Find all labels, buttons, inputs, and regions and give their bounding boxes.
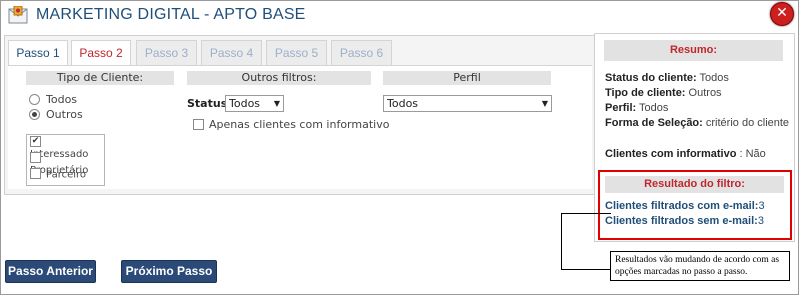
radio-outros[interactable]: Outros [29,108,83,121]
radio-button[interactable] [29,108,40,120]
checkbox-label: Apenas clientes com informativo [209,118,390,131]
summary-value: Todos [699,72,729,84]
summary-value: critério do cliente [705,117,790,129]
tipo-cliente-header: Tipo de Cliente: [26,71,174,85]
previous-step-button[interactable]: Passo Anterior [5,260,96,283]
summary-label: Status do cliente: [605,72,697,84]
tipo-cliente-checkboxes: ✔Interessado Proprietário Parceiro [26,134,105,186]
result-label: Clientes filtrados com e-mail: [605,200,759,212]
tab-passo-2[interactable]: Passo 2 [71,40,131,66]
mail-icon [8,6,28,24]
radio-todos[interactable]: Todos [29,93,77,106]
checkbox-informativo[interactable]: Apenas clientes com informativo [193,118,389,131]
radio-button[interactable] [29,93,40,105]
result-sem-email: Clientes filtrados sem e-mail:3 [605,215,764,227]
close-icon[interactable]: ✕ [770,2,794,26]
next-step-button[interactable]: Próximo Passo [121,260,217,283]
tab-passo-3[interactable]: Passo 3 [136,40,197,66]
radio-label: Outros [46,108,83,121]
perfil-header: Perfil [383,71,551,85]
summary-status: Status do cliente: Todos [605,71,790,85]
outros-filtros-header: Outros filtros: [187,71,371,85]
summary-title: Resumo: [604,40,783,61]
tab-passo-5[interactable]: Passo 5 [266,40,327,66]
summary-value: : Não [739,148,766,160]
checkbox-parceiro[interactable]: Parceiro [30,168,87,181]
summary-value: Outros [688,87,722,99]
tab-passo-1[interactable]: Passo 1 [8,40,68,66]
result-value: 3 [758,200,765,212]
status-select[interactable]: Todos ▼ [225,95,284,112]
result-label: Clientes filtrados sem e-mail: [605,215,758,227]
summary-label: Clientes com informativo [605,148,737,160]
chevron-down-icon: ▼ [273,99,280,108]
status-label: Status [187,97,228,110]
perfil-select-value: Todos [387,97,419,110]
summary-label: Tipo de cliente: [605,87,686,99]
summary-tipo: Tipo de cliente: Outros [605,86,790,100]
filter-result-title: Resultado do filtro: [605,176,784,193]
checkbox[interactable] [30,152,41,163]
window-title: MARKETING DIGITAL - APTO BASE [36,6,306,23]
checkbox[interactable] [193,118,204,130]
summary-label: Forma de Seleção: [605,117,703,129]
checkbox[interactable] [30,168,41,179]
checkbox[interactable]: ✔ [30,136,41,147]
result-com-email: Clientes filtrados com e-mail:3 [605,200,765,212]
summary-informativo: Clientes com informativo : Não [605,147,790,161]
tab-passo-4[interactable]: Passo 4 [201,40,262,66]
checkbox-label: Parceiro [46,169,87,181]
summary-perfil: Perfil: Todos [605,101,790,115]
tab-passo-6[interactable]: Passo 6 [331,40,392,66]
summary-forma: Forma de Seleção: critério do cliente [605,116,790,130]
annotation-note: Resultados vão mudando de acordo com as … [610,251,790,281]
status-select-value: Todos [229,97,261,110]
summary-label: Perfil: [605,102,637,114]
summary-value: Todos [639,102,669,114]
result-value: 3 [757,215,764,227]
annotation-connector [561,213,611,270]
title-bar: MARKETING DIGITAL - APTO BASE ✕ [0,0,797,30]
perfil-select[interactable]: Todos ▼ [383,95,552,112]
radio-label: Todos [46,93,78,106]
chevron-down-icon: ▼ [541,99,548,108]
